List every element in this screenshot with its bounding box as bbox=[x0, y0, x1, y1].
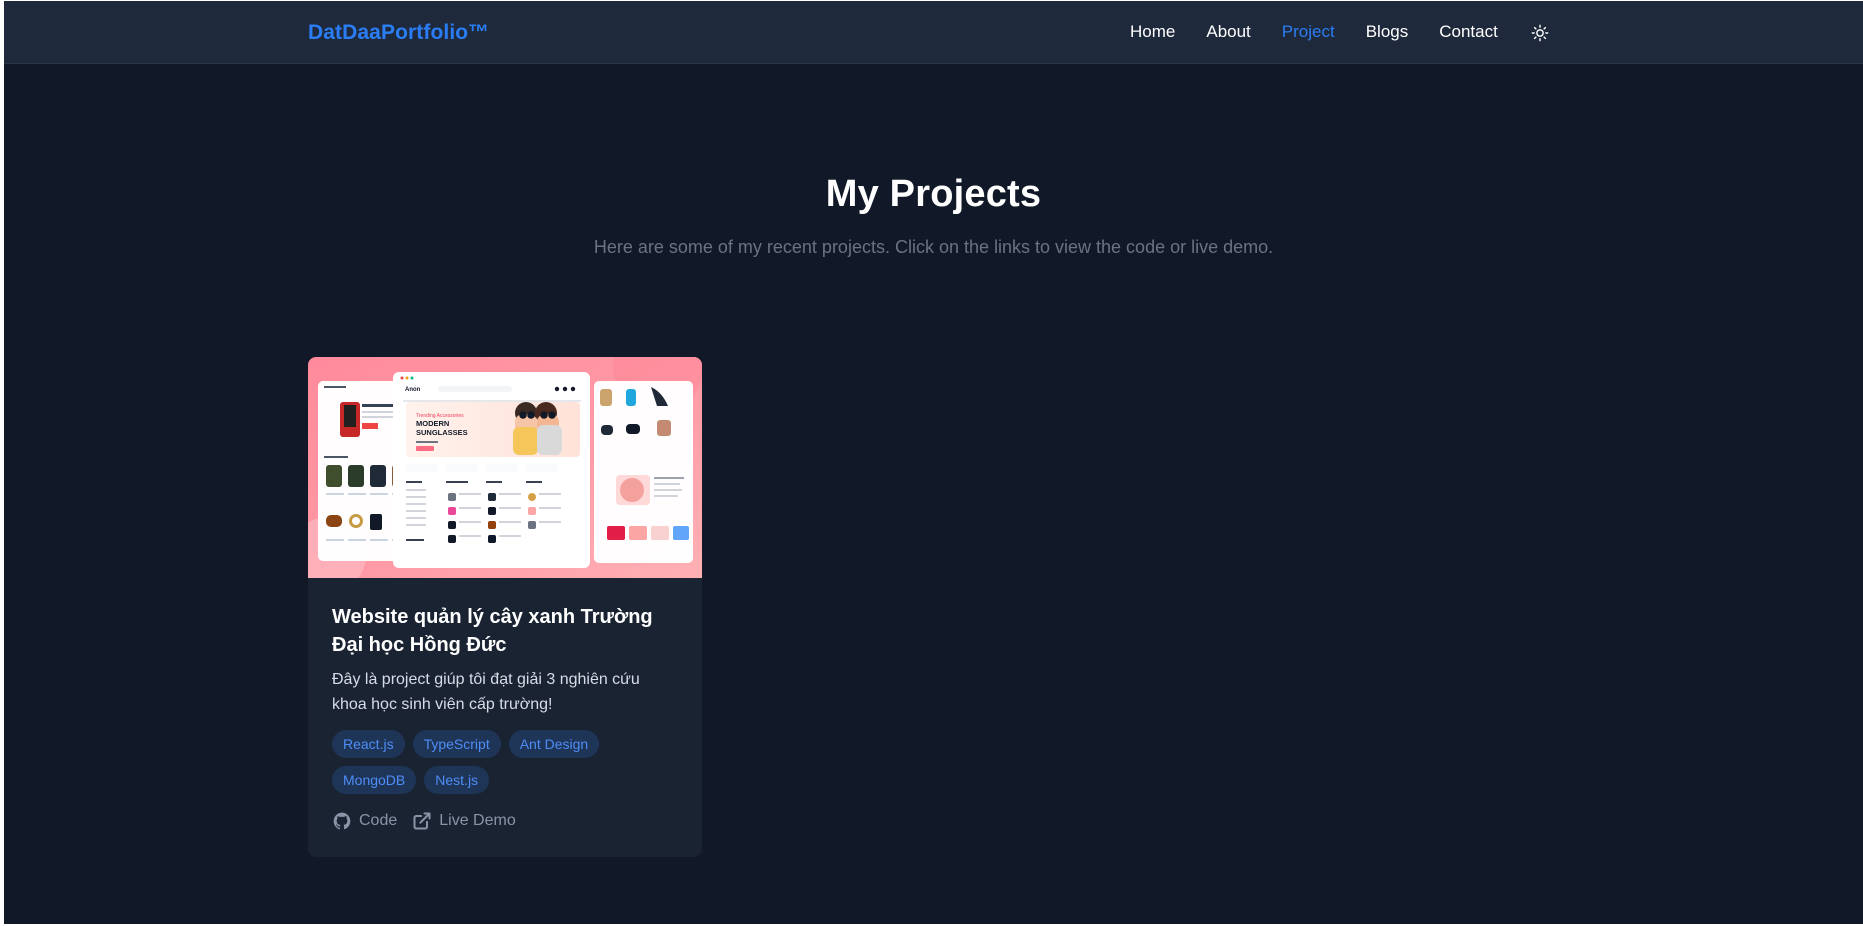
project-title: Website quản lý cây xanh Trường Đại học … bbox=[332, 606, 653, 656]
code-link[interactable]: Code bbox=[332, 811, 397, 831]
sun-icon bbox=[1531, 24, 1549, 42]
nav-home[interactable]: Home bbox=[1130, 22, 1175, 42]
tag-typescript: TypeScript bbox=[412, 730, 501, 758]
navbar: DatDaaPortfolio™ Home About Project Blog… bbox=[4, 1, 1863, 64]
external-link-icon bbox=[413, 812, 431, 830]
svg-text:SUNGLASSES: SUNGLASSES bbox=[416, 428, 468, 437]
tag-nestjs: Nest.js bbox=[424, 766, 490, 794]
brand-logo[interactable]: DatDaaPortfolio™ bbox=[308, 21, 489, 45]
project-description: Đây là project giúp tôi đạt giải 3 nghiê… bbox=[332, 671, 640, 713]
github-icon bbox=[333, 812, 351, 830]
nav-about[interactable]: About bbox=[1206, 22, 1250, 42]
project-screenshot: Anon Trending Accessories MODERN SUNGLAS… bbox=[308, 357, 702, 578]
nav-project[interactable]: Project bbox=[1282, 22, 1335, 42]
tag-mongodb: MongoDB bbox=[332, 766, 417, 794]
main-store-mockup: Anon Trending Accessories MODERN SUNGLAS… bbox=[393, 372, 590, 568]
svg-text:MODERN: MODERN bbox=[416, 419, 449, 428]
tag-react: React.js bbox=[332, 730, 405, 758]
live-demo-link[interactable]: Live Demo bbox=[412, 811, 516, 831]
live-demo-link-label: Live Demo bbox=[439, 812, 516, 829]
page-subtitle: Here are some of my recent projects. Cli… bbox=[593, 237, 1274, 257]
nav-contact[interactable]: Contact bbox=[1439, 22, 1498, 42]
project-card: Anon Trending Accessories MODERN SUNGLAS… bbox=[308, 357, 702, 857]
project-links: Code Live Demo bbox=[332, 811, 516, 831]
page-title: My Projects bbox=[825, 173, 1042, 215]
nav-blogs[interactable]: Blogs bbox=[1366, 22, 1409, 42]
tag-ant-design: Ant Design bbox=[508, 730, 600, 758]
right-store-mockup bbox=[594, 381, 693, 563]
main-navigation: Home About Project Blogs Contact bbox=[1130, 22, 1498, 42]
theme-toggle-button[interactable] bbox=[1530, 23, 1550, 43]
browser-page: DatDaaPortfolio™ Home About Project Blog… bbox=[4, 1, 1863, 924]
project-tags: React.js TypeScript Ant Design MongoDB N… bbox=[332, 730, 672, 794]
code-link-label: Code bbox=[359, 812, 398, 829]
svg-text:Anon: Anon bbox=[405, 387, 421, 393]
